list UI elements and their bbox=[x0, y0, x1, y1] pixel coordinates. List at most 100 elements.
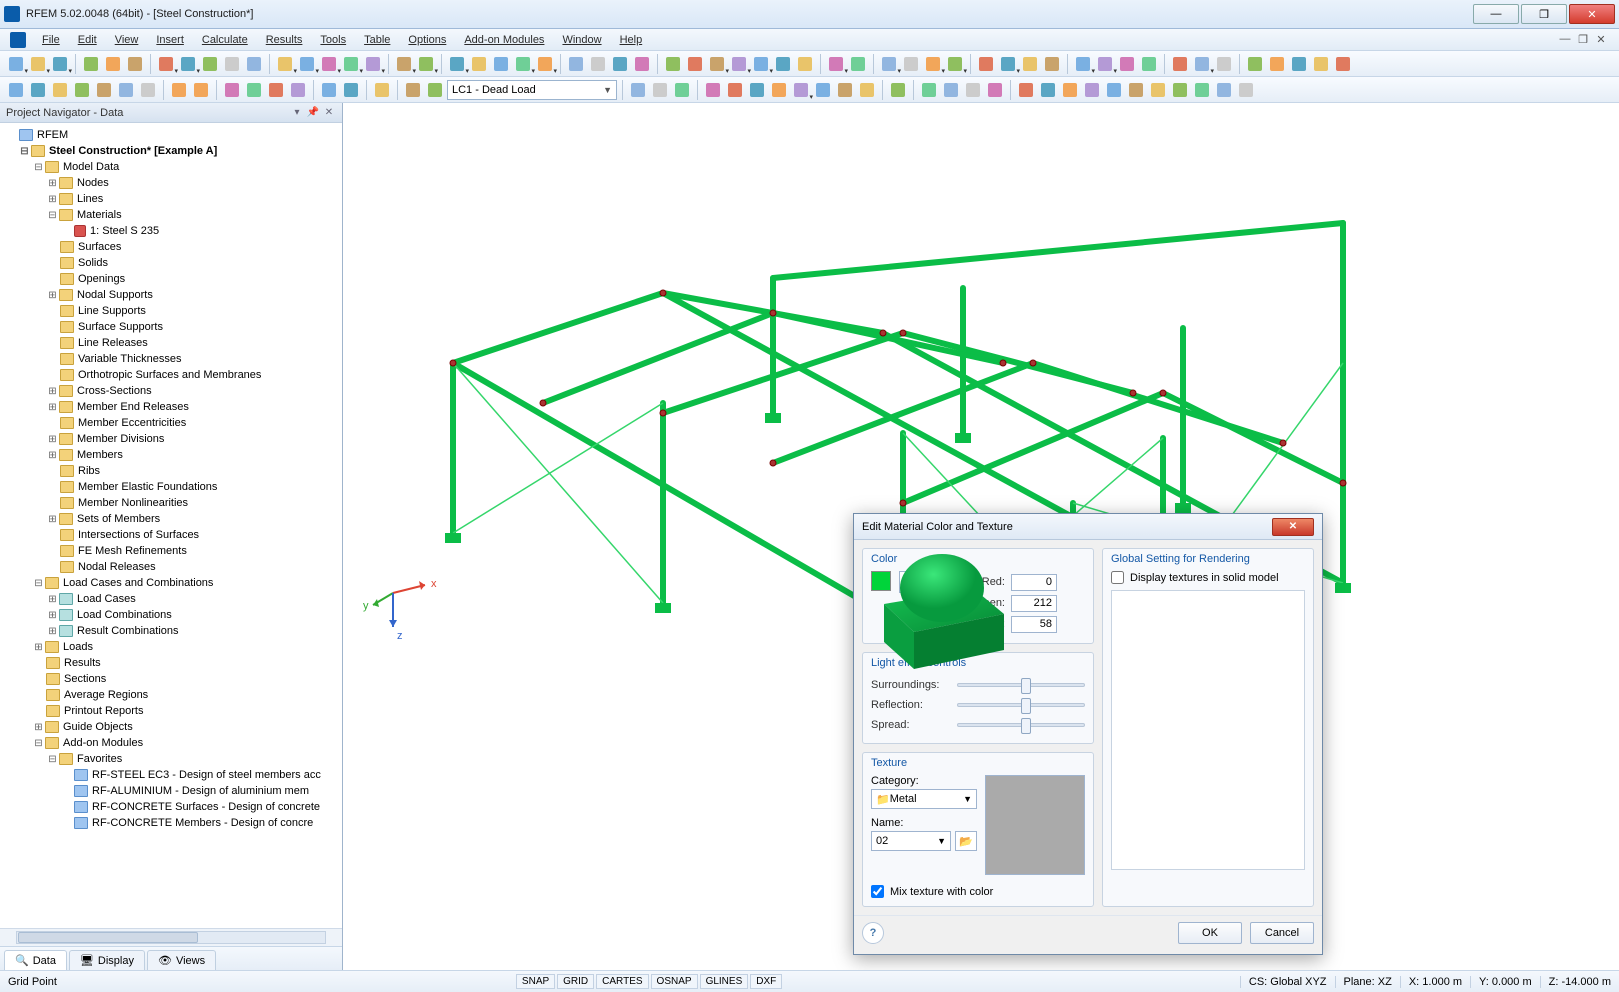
tb2-aq[interactable] bbox=[1236, 80, 1256, 100]
tb-x[interactable] bbox=[632, 54, 652, 74]
tree-avg-regions[interactable]: Average Regions bbox=[4, 687, 342, 703]
tb-aw[interactable] bbox=[1245, 54, 1265, 74]
tb2-af[interactable] bbox=[985, 80, 1005, 100]
tree-printout[interactable]: Printout Reports bbox=[4, 703, 342, 719]
tree-fav-4[interactable]: RF-CONCRETE Members - Design of concre bbox=[4, 815, 342, 831]
menu-tools[interactable]: Tools bbox=[312, 32, 354, 48]
tree-sections[interactable]: Sections bbox=[4, 671, 342, 687]
tb2-d[interactable] bbox=[72, 80, 92, 100]
mdi-close-button[interactable]: ✕ bbox=[1593, 33, 1609, 46]
tree-nodal-releases[interactable]: Nodal Releases bbox=[4, 559, 342, 575]
tb-ah[interactable]: ▾ bbox=[879, 54, 899, 74]
menu-window[interactable]: Window bbox=[554, 32, 609, 48]
tree-line-releases[interactable]: Line Releases bbox=[4, 335, 342, 351]
tree-ribs[interactable]: Ribs bbox=[4, 463, 342, 479]
tb-aq[interactable]: ▾ bbox=[1095, 54, 1115, 74]
window-minimize-button[interactable]: — bbox=[1473, 4, 1519, 24]
tb2-u[interactable] bbox=[725, 80, 745, 100]
tb-a[interactable] bbox=[81, 54, 101, 74]
tb2-q[interactable] bbox=[628, 80, 648, 100]
loadcase-combo[interactable]: LC1 - Dead Load ▼ bbox=[447, 80, 617, 100]
tb2-c[interactable] bbox=[50, 80, 70, 100]
menu-options[interactable]: Options bbox=[400, 32, 454, 48]
tb-ae[interactable] bbox=[795, 54, 815, 74]
tb-e[interactable]: ▾ bbox=[178, 54, 198, 74]
tree-mem-elastic-fnd[interactable]: Member Elastic Foundations bbox=[4, 479, 342, 495]
navigator-tab-data[interactable]: 🔍Data bbox=[4, 950, 67, 970]
menu-results[interactable]: Results bbox=[258, 32, 311, 48]
tree-fe-mesh[interactable]: FE Mesh Refinements bbox=[4, 543, 342, 559]
tb-o[interactable]: ▾ bbox=[416, 54, 436, 74]
dialog-help-button[interactable]: ? bbox=[862, 922, 884, 944]
tb2-ao[interactable] bbox=[1192, 80, 1212, 100]
tb2-e[interactable] bbox=[94, 80, 114, 100]
tree-material-1[interactable]: 1: Steel S 235 bbox=[4, 223, 342, 239]
tb2-p[interactable] bbox=[425, 80, 445, 100]
menu-help[interactable]: Help bbox=[612, 32, 651, 48]
tb2-am[interactable] bbox=[1148, 80, 1168, 100]
tree-cross-sections[interactable]: ⊞Cross-Sections bbox=[4, 383, 342, 399]
name-select[interactable]: 02▼ bbox=[871, 831, 951, 851]
menu-table[interactable]: Table bbox=[356, 32, 398, 48]
tb2-t[interactable] bbox=[703, 80, 723, 100]
tb-ak[interactable]: ▾ bbox=[945, 54, 965, 74]
tree-surface-supports[interactable]: Surface Supports bbox=[4, 319, 342, 335]
tree-guide-objects[interactable]: ⊞Guide Objects bbox=[4, 719, 342, 735]
tb-g[interactable] bbox=[222, 54, 242, 74]
tb-p[interactable]: ▾ bbox=[447, 54, 467, 74]
app-menu-icon[interactable] bbox=[10, 32, 26, 48]
tb2-w[interactable] bbox=[769, 80, 789, 100]
tree-addon-modules[interactable]: ⊟Add-on Modules bbox=[4, 735, 342, 751]
tb-m[interactable]: ▾ bbox=[363, 54, 383, 74]
tb2-v[interactable] bbox=[747, 80, 767, 100]
navigator-close-button[interactable]: ✕ bbox=[322, 107, 336, 118]
tree-materials[interactable]: ⊟Materials bbox=[4, 207, 342, 223]
tb-v[interactable] bbox=[588, 54, 608, 74]
toggle-dxf[interactable]: DXF bbox=[750, 974, 782, 989]
tb-aa[interactable]: ▾ bbox=[707, 54, 727, 74]
navigator-pin-button[interactable]: 📌 bbox=[306, 107, 320, 118]
navigator-hscroll[interactable] bbox=[0, 928, 342, 946]
tb-au[interactable]: ▾ bbox=[1192, 54, 1212, 74]
tb-q[interactable] bbox=[469, 54, 489, 74]
tb-ab[interactable]: ▾ bbox=[729, 54, 749, 74]
mdi-restore-button[interactable]: ❐ bbox=[1575, 33, 1591, 46]
tb2-redo[interactable] bbox=[191, 80, 211, 100]
tb-r[interactable] bbox=[491, 54, 511, 74]
tb-ar[interactable] bbox=[1117, 54, 1137, 74]
tree-fav-1[interactable]: RF-STEEL EC3 - Design of steel members a… bbox=[4, 767, 342, 783]
menu-view[interactable]: View bbox=[107, 32, 147, 48]
tb2-aa[interactable] bbox=[857, 80, 877, 100]
tb2-ae[interactable] bbox=[963, 80, 983, 100]
tb-i[interactable]: ▾ bbox=[275, 54, 295, 74]
tree-mem-nonlin[interactable]: Member Nonlinearities bbox=[4, 495, 342, 511]
tb-af[interactable]: ▾ bbox=[826, 54, 846, 74]
tb-aj[interactable]: ▾ bbox=[923, 54, 943, 74]
dialog-ok-button[interactable]: OK bbox=[1178, 922, 1242, 944]
tb-d[interactable]: ▾ bbox=[156, 54, 176, 74]
tree-member-end-releases[interactable]: ⊞Member End Releases bbox=[4, 399, 342, 415]
tb-az[interactable] bbox=[1311, 54, 1331, 74]
tb2-i[interactable] bbox=[244, 80, 264, 100]
tb2-b[interactable] bbox=[28, 80, 48, 100]
tb-f[interactable] bbox=[200, 54, 220, 74]
tb-c[interactable] bbox=[125, 54, 145, 74]
toggle-snap[interactable]: SNAP bbox=[516, 974, 555, 989]
tb2-h[interactable] bbox=[222, 80, 242, 100]
navigator-dropdown-button[interactable]: ▾ bbox=[290, 107, 304, 118]
tree-nodal-supports[interactable]: ⊞Nodal Supports bbox=[4, 287, 342, 303]
tb-am[interactable]: ▾ bbox=[998, 54, 1018, 74]
tb2-ag[interactable] bbox=[1016, 80, 1036, 100]
dialog-cancel-button[interactable]: Cancel bbox=[1250, 922, 1314, 944]
tb2-al[interactable] bbox=[1126, 80, 1146, 100]
tree-load-combos[interactable]: ⊞Load Combinations bbox=[4, 607, 342, 623]
tb2-l[interactable] bbox=[319, 80, 339, 100]
menu-edit[interactable]: Edit bbox=[70, 32, 105, 48]
tree-member-div[interactable]: ⊞Member Divisions bbox=[4, 431, 342, 447]
toggle-glines[interactable]: GLINES bbox=[700, 974, 749, 989]
tree-lcc[interactable]: ⊟Load Cases and Combinations bbox=[4, 575, 342, 591]
tb-as[interactable] bbox=[1139, 54, 1159, 74]
tree-fav-2[interactable]: RF-ALUMINIUM - Design of aluminium mem bbox=[4, 783, 342, 799]
toggle-osnap[interactable]: OSNAP bbox=[651, 974, 698, 989]
tb-j[interactable]: ▾ bbox=[297, 54, 317, 74]
